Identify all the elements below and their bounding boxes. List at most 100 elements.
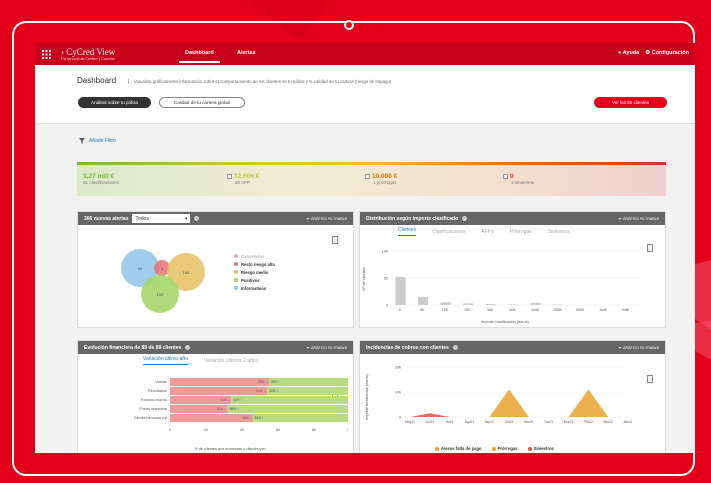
legend-item[interactable]: Riesgo medio xyxy=(234,268,275,276)
panel-title: 366 nuevas alertas xyxy=(84,215,129,222)
bar-data-label: 45% ↑ xyxy=(271,380,280,384)
nav-alertas[interactable]: Alertas xyxy=(237,50,256,56)
panel-header: Evolución financiera de 89 de 89 cliente… xyxy=(78,341,353,354)
legend-item[interactable]: Siniestros xyxy=(527,446,554,451)
x-tick-label: 6K xyxy=(420,308,425,312)
bar xyxy=(440,302,451,305)
kpi-claims[interactable]: 0 1 siniestros xyxy=(503,173,534,185)
legend-label: Riesgo medio xyxy=(241,269,269,275)
chart-menu-button[interactable]: ⋮ xyxy=(332,236,338,244)
distribution-chart: Nº de clientes Importe clasificación (eu… xyxy=(362,250,640,324)
device-camera xyxy=(344,20,354,30)
x-tick-label: 50K xyxy=(509,308,516,312)
tab-prorrogas[interactable]: Prórrogas xyxy=(510,229,532,235)
bar-decrease xyxy=(170,378,269,386)
bar-increase xyxy=(269,378,348,386)
tab-last-year[interactable]: Variación último año xyxy=(143,356,188,365)
info-icon[interactable] xyxy=(452,345,458,350)
x-tick-label: Jun21 xyxy=(425,420,434,424)
x-tick-label: Ene22 xyxy=(564,420,574,424)
kpi-checkbox[interactable] xyxy=(365,173,370,179)
brand[interactable]: › CyCred View Un servicio de Crédito y C… xyxy=(61,46,116,61)
x-tick-label: 0 xyxy=(169,428,171,432)
brand-title: CyCred View xyxy=(66,46,116,57)
panel-title: Incidencias de cobros con clientes xyxy=(366,344,449,351)
top-navigation: › CyCred View Un servicio de Crédito y C… xyxy=(35,43,695,65)
x-tick-label: 2mill xyxy=(622,308,630,312)
bar xyxy=(417,296,429,305)
help-link[interactable]: ● Ayuda xyxy=(618,50,639,56)
page-header xyxy=(35,65,695,124)
x-tick-label: 12K xyxy=(442,308,449,312)
legend-item[interactable]: Avisos falta de pago xyxy=(435,446,482,451)
info-icon[interactable] xyxy=(185,345,191,350)
help-icon: ● xyxy=(617,50,622,56)
add-filter-link[interactable]: Añadir Filtro xyxy=(79,138,116,144)
apps-grid-icon[interactable] xyxy=(35,43,57,65)
page-title: Dashboard xyxy=(77,76,117,85)
bubble-label: 98 xyxy=(138,266,143,271)
x-tick-label: 100K xyxy=(531,308,540,312)
kpi-label: 81 clasificaciones xyxy=(83,180,120,185)
tab-clientes[interactable]: Clientes xyxy=(398,227,417,236)
alerts-bubble-chart: 98 8 164 100 xyxy=(121,249,205,313)
y-tick-label: 100 xyxy=(382,250,388,254)
legend-item[interactable]: Resto riesgo alto xyxy=(234,260,275,268)
row-label: Fondo maniobra xyxy=(139,407,168,411)
tab-clasificaciones[interactable]: Clasificaciones xyxy=(432,229,465,235)
page-description: Visualiza gráficamente información sobre… xyxy=(128,79,391,84)
tab-last-2-years[interactable]: Variación últimos 2 años xyxy=(204,358,258,364)
gear-icon: ⚙ xyxy=(645,50,651,56)
info-icon[interactable] xyxy=(194,216,200,221)
kpi-checkbox[interactable] xyxy=(227,173,232,179)
legend-item[interactable]: Prórrogas xyxy=(491,446,518,451)
app-screen: › CyCred View Un servicio de Crédito y C… xyxy=(35,43,695,453)
legend-dot xyxy=(234,254,238,258)
x-tick-label: Mar22 xyxy=(604,420,614,424)
row-label: Fondos propios xyxy=(141,398,167,402)
bar-data-label: 46% ↓ xyxy=(242,416,251,420)
y-tick-label: 20k xyxy=(395,366,401,370)
info-icon[interactable] xyxy=(462,216,468,221)
distribution-tabs: Clientes Clasificaciones AFPs Prórrogas … xyxy=(360,225,665,238)
bar-data-label: 54% ↑ xyxy=(255,416,264,420)
filter-icon xyxy=(79,138,85,144)
legend-item[interactable]: Positivos xyxy=(234,276,275,284)
settings-link[interactable]: ⚙ Configuración xyxy=(645,50,689,56)
kpi-label: 1 siniestros xyxy=(511,180,535,185)
filterable-text: GRÁFICO FILTRABLE xyxy=(310,216,347,221)
bar-decrease xyxy=(170,387,268,395)
kpi-extensions[interactable]: 10.000 € 1 prórrogas xyxy=(365,173,397,185)
view-clients-button[interactable]: Ver los 89 clientes xyxy=(594,97,667,108)
kpi-classifications[interactable]: 3,27 mill € 81 clasificaciones xyxy=(83,173,119,185)
y-tick-label: 50 xyxy=(384,277,388,281)
kpi-value: 3,27 mill € xyxy=(83,173,115,180)
alerts-select[interactable]: Todos ▾ xyxy=(132,214,191,223)
kpi-afp[interactable]: 12.606 € 20 AFP xyxy=(227,173,259,185)
y-tick-label: 0 xyxy=(399,416,401,420)
legend-item[interactable]: Informativos xyxy=(234,284,275,292)
incidents-legend: Avisos falta de pago Prórrogas Siniestro… xyxy=(435,446,554,451)
tab-siniestros[interactable]: Siniestros xyxy=(548,229,570,235)
x-tick-label: Ago21 xyxy=(465,420,475,424)
distribution-panel: Distribución según importe clasificado ▼… xyxy=(359,211,666,328)
bar xyxy=(463,303,474,305)
legend-dot xyxy=(435,446,439,451)
kpi-checkbox[interactable] xyxy=(503,173,508,179)
settings-label: Configuración xyxy=(651,50,689,56)
nav-dashboard[interactable]: Dashboard xyxy=(179,50,220,63)
analysis-button[interactable]: Análisis sobre tu póliza xyxy=(78,97,151,108)
row-label: Ventas xyxy=(155,380,167,384)
kpi-value: 0 xyxy=(510,173,514,180)
tab-afps[interactable]: AFPs xyxy=(481,229,493,235)
legend-label: Cancelados xyxy=(241,253,265,259)
bar xyxy=(395,276,406,305)
x-tick-label: 1mill xyxy=(599,308,607,312)
chevron-right-icon: › xyxy=(61,46,64,57)
brand-subtitle: Un servicio de Crédito y Caución xyxy=(61,55,115,61)
legend-item[interactable]: Cancelados xyxy=(234,252,275,260)
select-value: Todos xyxy=(135,215,149,222)
x-tick-label: Sep21 xyxy=(484,420,494,424)
incidents-panel: Incidencias de cobros con clientes ▼ GRÁ… xyxy=(359,340,666,453)
portfolio-quality-button[interactable]: Calidad de tu cartera global xyxy=(159,97,245,108)
